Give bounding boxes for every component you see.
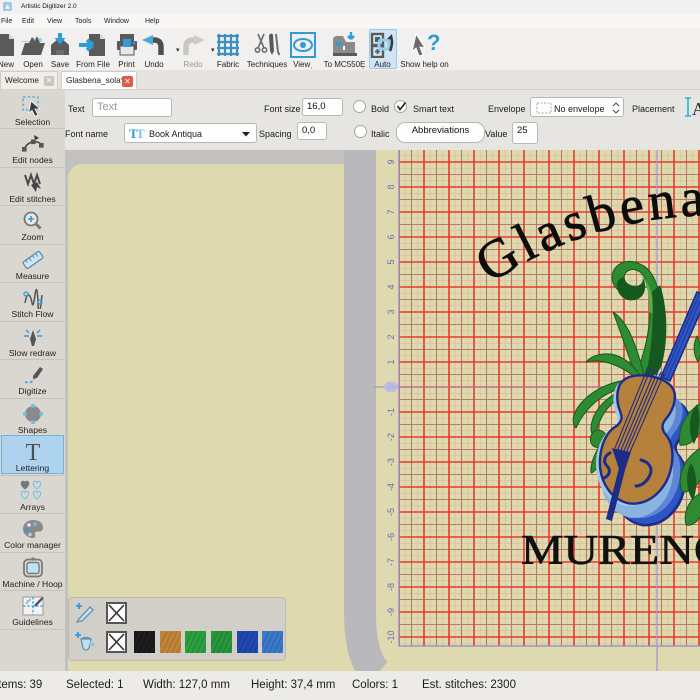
svg-text:-4: -4 [386,483,396,491]
svg-text:?: ? [427,32,440,55]
svg-text:MURENÒ: MURENÒ [521,527,700,574]
svg-text:4: 4 [386,284,396,289]
svg-text:T: T [25,441,40,463]
svg-text:T: T [136,126,145,140]
svg-text:-7: -7 [386,558,396,566]
svg-text:8: 8 [386,184,396,189]
svg-text:-8: -8 [386,583,396,591]
svg-text:-1: -1 [386,408,396,416]
svg-text:5: 5 [386,259,396,264]
svg-text:A: A [692,99,700,119]
svg-text:-5: -5 [386,508,396,516]
svg-text:-6: -6 [386,533,396,541]
svg-text:-2: -2 [386,433,396,441]
svg-text:3: 3 [386,309,396,314]
svg-text:-10: -10 [386,630,396,643]
svg-text:-9: -9 [386,608,396,616]
svg-text:1: 1 [386,359,396,364]
svg-text:6: 6 [386,234,396,239]
svg-text:9: 9 [386,159,396,164]
svg-text:2: 2 [386,334,396,339]
svg-text:-3: -3 [386,458,396,466]
svg-text:7: 7 [386,209,396,214]
